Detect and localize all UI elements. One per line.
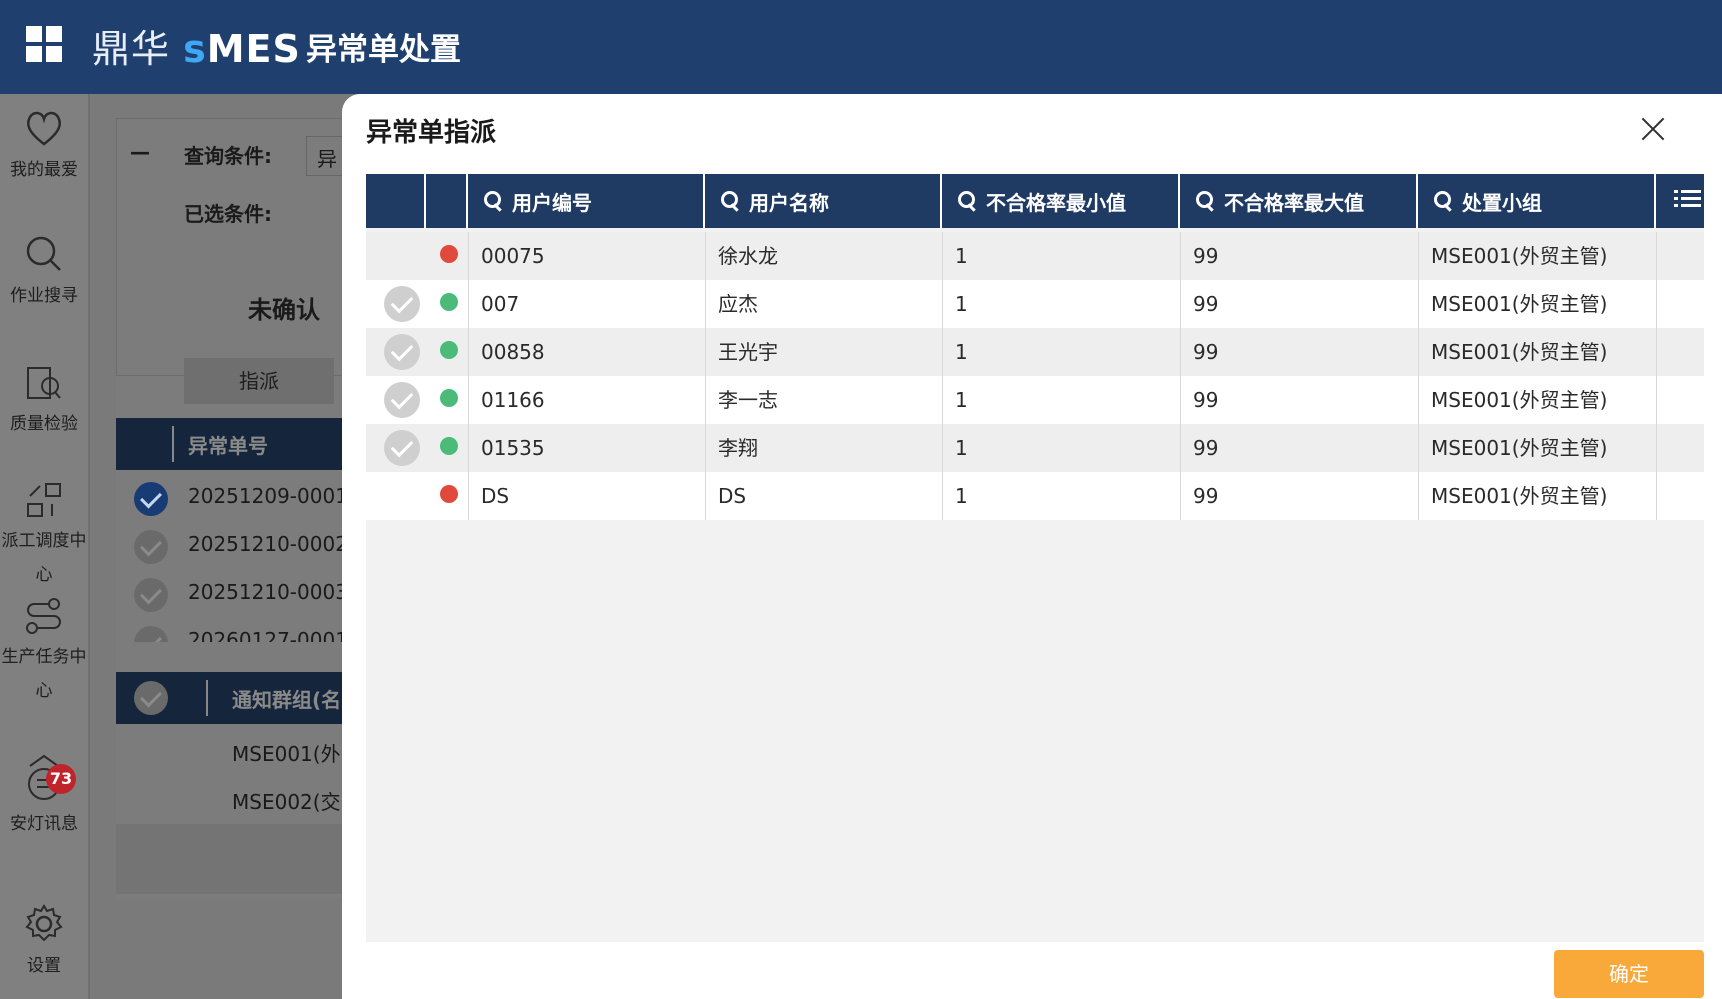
brand-logo: 鼎华 sMES <box>92 27 301 71</box>
header-min-defect-rate[interactable]: 不合格率最小值 <box>942 174 1180 228</box>
sidebar-item-settings[interactable]: 设置 <box>0 902 88 984</box>
status-dot-red <box>440 485 458 503</box>
table-row[interactable]: 01166 李一志 1 99 MSE001(外贸主管) <box>366 376 1704 424</box>
status-dot-green <box>440 293 458 311</box>
search-icon <box>721 191 741 211</box>
dispatch-icon <box>27 483 61 517</box>
top-bar: 鼎华 sMES 异常单处置 <box>0 0 1722 94</box>
andon-count-badge: 73 <box>46 764 76 794</box>
sidebar-item-job-search[interactable]: 作业搜寻 <box>0 232 88 314</box>
header-user-id[interactable]: 用户编号 <box>468 174 705 228</box>
table-row[interactable]: DS DS 1 99 MSE001(外贸主管) <box>366 472 1704 520</box>
confirm-button[interactable]: 确定 <box>1554 950 1704 998</box>
row-select-checkbox[interactable] <box>384 430 420 466</box>
header-user-name[interactable]: 用户名称 <box>705 174 942 228</box>
table-row[interactable]: 01535 李翔 1 99 MSE001(外贸主管) <box>366 424 1704 472</box>
heart-icon <box>27 111 61 146</box>
row-checkbox[interactable] <box>134 530 168 564</box>
column-menu-icon[interactable] <box>1674 188 1702 212</box>
table-row[interactable]: 00075 徐水龙 1 99 MSE001(外贸主管) <box>366 232 1704 280</box>
status-dot-green <box>440 341 458 359</box>
sidebar-item-dispatch-center[interactable]: 派工调度中心 <box>0 478 88 592</box>
row-select-checkbox[interactable] <box>384 286 420 322</box>
table-header: 用户编号 用户名称 不合格率最小值 不合格率最大值 处置小组 <box>366 174 1704 228</box>
search-icon <box>958 191 978 211</box>
row-select-checkbox[interactable] <box>384 382 420 418</box>
assign-button[interactable]: 指派 <box>184 358 334 404</box>
assign-dialog: 异常单指派 用户编号 用户名称 不合格率最小值 不合格率最大值 处置小组 000… <box>342 94 1722 999</box>
row-checkbox[interactable] <box>134 578 168 612</box>
header-status-column <box>426 174 468 228</box>
status-dot-red <box>440 245 458 263</box>
select-all-checkbox[interactable] <box>134 681 168 715</box>
search-icon <box>1196 191 1216 211</box>
search-icon <box>26 236 61 271</box>
close-icon[interactable] <box>1636 112 1670 146</box>
header-select-column <box>366 174 426 228</box>
status-label: 未确认 <box>248 296 320 324</box>
app-menu-icon[interactable] <box>26 26 62 62</box>
sidebar-item-andon-messages[interactable]: 73 安灯讯息 <box>0 750 88 842</box>
sidebar-item-quality-inspection[interactable]: 质量检验 <box>0 360 88 442</box>
quality-inspection-icon <box>27 367 61 399</box>
exception-number-header: 异常单号 <box>188 434 268 458</box>
table-row[interactable]: 007 应杰 1 99 MSE001(外贸主管) <box>366 280 1704 328</box>
query-label: 查询条件: <box>184 144 272 168</box>
search-icon <box>1434 191 1454 211</box>
sidebar: 我的最爱 作业搜寻 质量检验 派工调度中心 生产任务中心 73 安灯讯息 设置 <box>0 94 90 999</box>
row-checkbox[interactable] <box>134 482 168 516</box>
status-dot-green <box>440 437 458 455</box>
selected-conditions-label: 已选条件: <box>184 202 272 226</box>
notify-group-header: 通知群组(名 <box>232 688 342 712</box>
status-dot-green <box>440 389 458 407</box>
gear-icon <box>25 904 63 942</box>
header-max-defect-rate[interactable]: 不合格率最大值 <box>1180 174 1418 228</box>
table-row[interactable]: 00858 王光宇 1 99 MSE001(外贸主管) <box>366 328 1704 376</box>
user-table: 用户编号 用户名称 不合格率最小值 不合格率最大值 处置小组 00075 徐水龙… <box>366 174 1704 942</box>
task-flow-icon <box>26 598 61 634</box>
row-checkbox[interactable] <box>134 626 168 642</box>
sidebar-item-favorites[interactable]: 我的最爱 <box>0 106 88 188</box>
row-select-checkbox[interactable] <box>384 334 420 370</box>
sidebar-item-task-center[interactable]: 生产任务中心 <box>0 594 88 708</box>
page-title: 异常单处置 <box>306 32 461 68</box>
header-handling-group[interactable]: 处置小组 <box>1418 174 1656 228</box>
search-icon <box>484 191 504 211</box>
dialog-title: 异常单指派 <box>366 118 497 148</box>
collapse-toggle[interactable]: — <box>130 140 150 164</box>
